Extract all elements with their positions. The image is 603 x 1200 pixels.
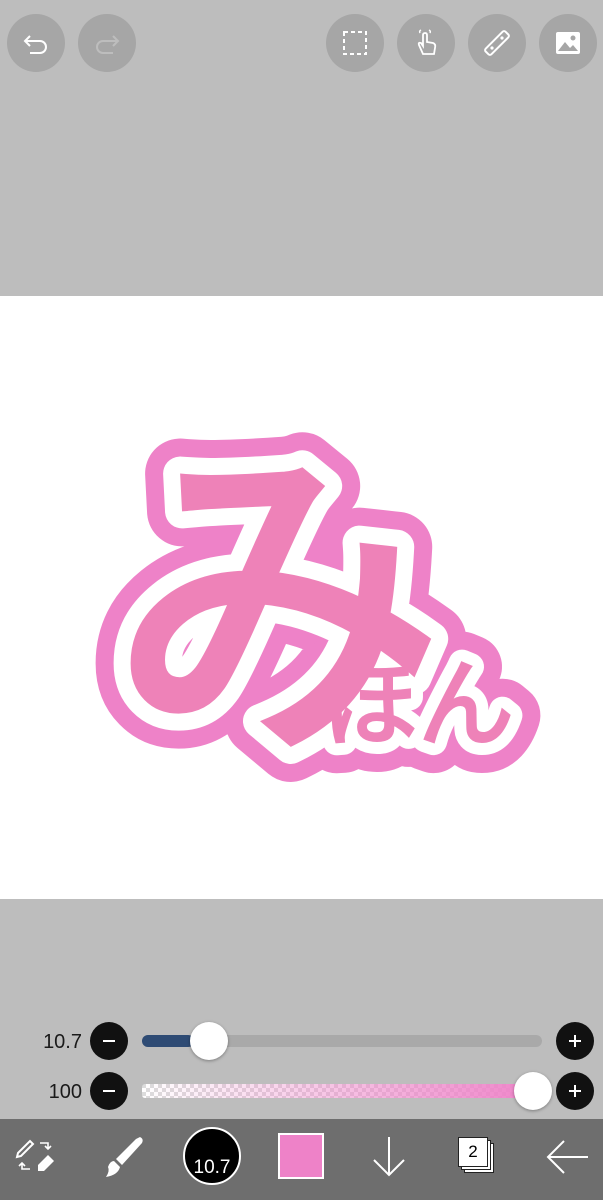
hand-tool-button[interactable]: [397, 14, 455, 72]
ruler-icon: [484, 30, 510, 56]
plus-icon: [569, 1035, 581, 1047]
undo-button[interactable]: [7, 14, 65, 72]
opacity-decrease-button[interactable]: [90, 1072, 128, 1110]
drawing-canvas[interactable]: み ほん み ほん み ほん: [0, 296, 603, 899]
image-material-icon: [556, 32, 580, 54]
artwork-small-glyph: ほん: [322, 649, 514, 761]
pen-eraser-swap-icon: [15, 1139, 54, 1171]
hand-tap-icon: [417, 29, 437, 55]
opacity-slider-row: 100: [0, 1071, 603, 1111]
opacity-increase-button[interactable]: [556, 1072, 594, 1110]
down-arrow-icon: [373, 1137, 405, 1177]
minus-icon: [103, 1040, 115, 1042]
undo-arrow-icon: [23, 35, 47, 54]
opacity-value: 100: [48, 1081, 82, 1103]
selection-button[interactable]: [326, 14, 384, 72]
redo-button[interactable]: [78, 14, 136, 72]
back-arrow-icon: [546, 1140, 588, 1174]
pen-eraser-swap-button[interactable]: [10, 1131, 60, 1181]
brush-icon: [106, 1137, 143, 1177]
minus-icon: [103, 1090, 115, 1092]
opacity-knob[interactable]: [514, 1072, 552, 1110]
brush-size-fill: [142, 1035, 194, 1047]
dashed-selection-icon: [343, 31, 367, 55]
redo-arrow-icon: [96, 35, 120, 54]
color-swatch-button[interactable]: [278, 1133, 324, 1179]
plus-icon: [569, 1085, 581, 1097]
download-button[interactable]: [364, 1131, 414, 1183]
material-button[interactable]: [539, 14, 597, 72]
brush-size-increase-button[interactable]: [556, 1022, 594, 1060]
layers-button[interactable]: 2: [452, 1131, 502, 1183]
brush-size-indicator[interactable]: 10.7: [183, 1127, 241, 1185]
bottom-toolbar: 10.7 2: [0, 1119, 603, 1200]
opacity-track[interactable]: [142, 1084, 542, 1098]
brush-size-knob[interactable]: [190, 1022, 228, 1060]
brush-tool-button[interactable]: [98, 1131, 150, 1183]
ruler-button[interactable]: [468, 14, 526, 72]
brush-size-slider-row: 10.7: [0, 1021, 603, 1061]
brush-size-value: 10.7: [43, 1031, 82, 1053]
back-button[interactable]: [540, 1131, 594, 1183]
brush-size-label: 10.7: [193, 1157, 231, 1178]
layer-count: 2: [468, 1142, 478, 1161]
brush-size-decrease-button[interactable]: [90, 1022, 128, 1060]
